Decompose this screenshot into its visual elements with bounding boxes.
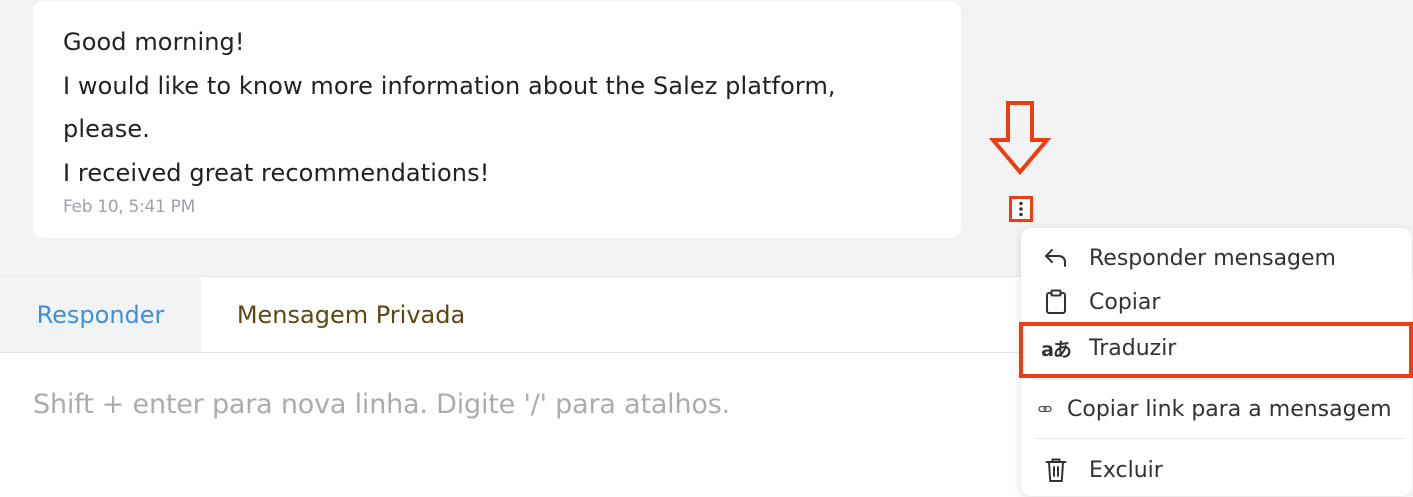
- menu-item-label: Copiar: [1089, 289, 1161, 315]
- tab-responder[interactable]: Responder: [0, 277, 201, 352]
- reply-icon: [1041, 243, 1071, 273]
- menu-item-responder-mensagem[interactable]: Responder mensagem: [1021, 235, 1412, 281]
- message-line: I would like to know more information ab…: [63, 71, 836, 100]
- down-arrow-icon: [989, 101, 1051, 176]
- link-icon: [1035, 394, 1055, 424]
- chat-area: Good morning! I would like to know more …: [0, 0, 1413, 240]
- menu-divider: [1035, 438, 1405, 439]
- menu-item-copiar[interactable]: Copiar: [1021, 279, 1412, 325]
- menu-item-label: Copiar link para a mensagem: [1067, 396, 1392, 422]
- menu-item-label: Excluir: [1089, 457, 1163, 483]
- traduzir-highlight-box: [1019, 322, 1413, 378]
- message-timestamp: Feb 10, 5:41 PM: [63, 197, 195, 217]
- message-line: I received great recommendations!: [63, 158, 490, 187]
- trash-icon: [1041, 455, 1071, 485]
- tab-mensagem-privada[interactable]: Mensagem Privada: [201, 277, 501, 352]
- clipboard-icon: [1041, 287, 1071, 317]
- message-options-button[interactable]: [1009, 196, 1033, 222]
- menu-item-label: Responder mensagem: [1089, 245, 1336, 271]
- kebab-menu-icon: [1019, 201, 1023, 217]
- message-line: please.: [63, 115, 150, 143]
- menu-item-copiar-link[interactable]: Copiar link para a mensagem: [1021, 386, 1412, 432]
- menu-divider: [1035, 379, 1405, 380]
- message-line: Good morning!: [63, 28, 245, 56]
- menu-item-excluir[interactable]: Excluir: [1021, 447, 1412, 493]
- message-bubble: Good morning! I would like to know more …: [33, 1, 961, 238]
- message-input[interactable]: Shift + enter para nova linha. Digite '/…: [33, 389, 730, 420]
